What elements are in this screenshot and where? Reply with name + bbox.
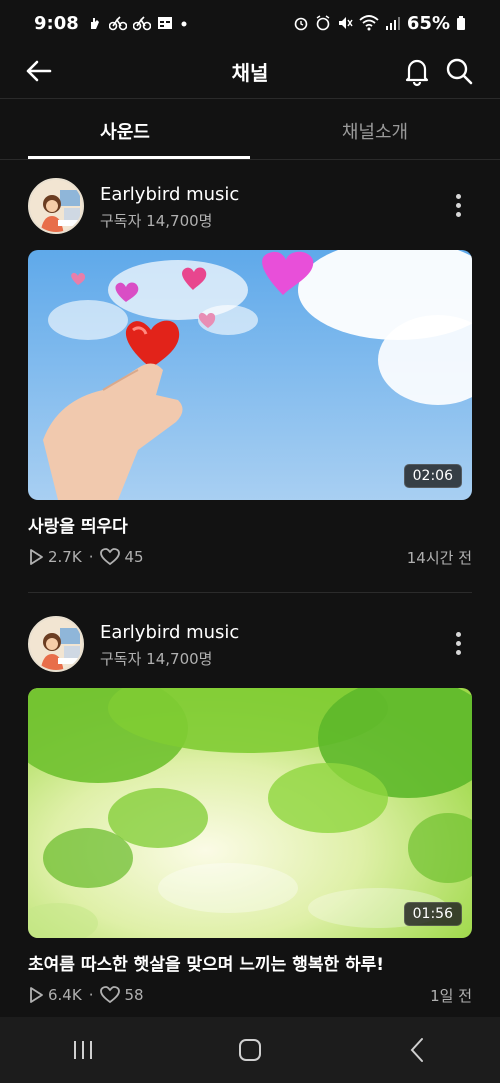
like-count: 58 bbox=[124, 986, 144, 1004]
recent-apps-icon bbox=[74, 1041, 93, 1059]
channel-name[interactable]: Earlybird music bbox=[100, 184, 239, 205]
bike-icon bbox=[132, 16, 151, 31]
time-ago: 14시간 전 bbox=[406, 548, 472, 567]
tab-channel-intro[interactable]: 채널소개 bbox=[250, 100, 500, 158]
like-stat[interactable]: 45 bbox=[100, 548, 144, 566]
avatar[interactable] bbox=[28, 616, 84, 672]
recent-apps-button[interactable] bbox=[53, 1025, 113, 1075]
battery-percent: 65% bbox=[406, 12, 450, 34]
subscriber-count: 구독자 14,700명 bbox=[100, 650, 213, 668]
time-ago: 1일 전 bbox=[430, 986, 472, 1005]
post-card: Earlybird music 구독자 14,700명 02:06 사랑을 띄우… bbox=[0, 178, 500, 567]
tab-sound[interactable]: 사운드 bbox=[0, 100, 250, 159]
back-arrow-icon[interactable] bbox=[22, 54, 56, 88]
play-count: 2.7K bbox=[48, 548, 82, 566]
system-back-button[interactable] bbox=[387, 1025, 447, 1075]
tab-bar: 사운드 채널소개 bbox=[0, 100, 500, 159]
play-icon bbox=[30, 549, 43, 565]
subscriber-count: 구독자 14,700명 bbox=[100, 212, 213, 230]
post-meta: 2.7K · 45 14시간 전 bbox=[28, 545, 472, 569]
mute-icon bbox=[338, 17, 353, 29]
dot-icon bbox=[181, 21, 187, 27]
bike-icon bbox=[108, 16, 127, 31]
tabs-divider bbox=[0, 159, 500, 160]
play-icon bbox=[30, 987, 43, 1003]
home-icon bbox=[238, 1039, 261, 1061]
post-title[interactable]: 초여름 따스한 햇살을 맞으며 느끼는 행복한 하루! bbox=[28, 950, 384, 975]
status-right: 65% bbox=[293, 13, 466, 34]
play-count: 6.4K bbox=[48, 986, 82, 1004]
video-thumbnail[interactable]: 01:56 bbox=[28, 688, 472, 938]
alarm-icon bbox=[294, 17, 308, 31]
calendar-icon bbox=[157, 17, 172, 29]
post-header: Earlybird music 구독자 14,700명 bbox=[0, 178, 500, 248]
hand-icon bbox=[90, 18, 99, 29]
bell-icon[interactable] bbox=[400, 54, 434, 88]
home-button[interactable] bbox=[220, 1025, 280, 1075]
video-thumbnail[interactable]: 02:06 bbox=[28, 250, 472, 500]
post-title[interactable]: 사랑을 띄우다 bbox=[28, 512, 128, 537]
more-options-icon[interactable] bbox=[448, 626, 468, 660]
chevron-left-icon bbox=[410, 1038, 423, 1062]
status-time: 9:08 bbox=[34, 12, 79, 34]
post-meta: 6.4K · 58 1일 전 bbox=[28, 983, 472, 1007]
play-stat: 6.4K bbox=[28, 986, 82, 1004]
signal-icon bbox=[385, 17, 400, 30]
more-options-icon[interactable] bbox=[448, 188, 468, 222]
heart-icon[interactable] bbox=[100, 548, 121, 566]
post-header: Earlybird music 구독자 14,700명 bbox=[0, 616, 500, 686]
like-count: 45 bbox=[124, 548, 144, 566]
channel-name[interactable]: Earlybird music bbox=[100, 622, 239, 643]
play-stat: 2.7K bbox=[28, 548, 82, 566]
app-bar: 채널 bbox=[0, 46, 500, 98]
status-left: 9:08 bbox=[34, 13, 189, 34]
wifi-icon bbox=[359, 15, 379, 31]
meta-separator: · bbox=[88, 548, 94, 566]
status-bar: 9:08 65% bbox=[0, 0, 500, 46]
search-icon[interactable] bbox=[442, 54, 476, 88]
video-duration: 01:56 bbox=[403, 902, 462, 926]
heart-icon[interactable] bbox=[100, 986, 121, 1004]
post-card: Earlybird music 구독자 14,700명 01:56 초여름 따스… bbox=[0, 616, 500, 1005]
header-divider bbox=[0, 98, 500, 99]
system-nav-bar bbox=[0, 1017, 500, 1083]
battery-icon bbox=[457, 16, 465, 30]
post-divider bbox=[28, 592, 472, 593]
video-duration: 02:06 bbox=[403, 464, 462, 488]
status-notification-icons bbox=[87, 15, 189, 31]
meta-separator: · bbox=[88, 986, 94, 1004]
avatar[interactable] bbox=[28, 178, 84, 234]
like-stat[interactable]: 58 bbox=[100, 986, 144, 1004]
alarm-icon bbox=[316, 15, 330, 31]
